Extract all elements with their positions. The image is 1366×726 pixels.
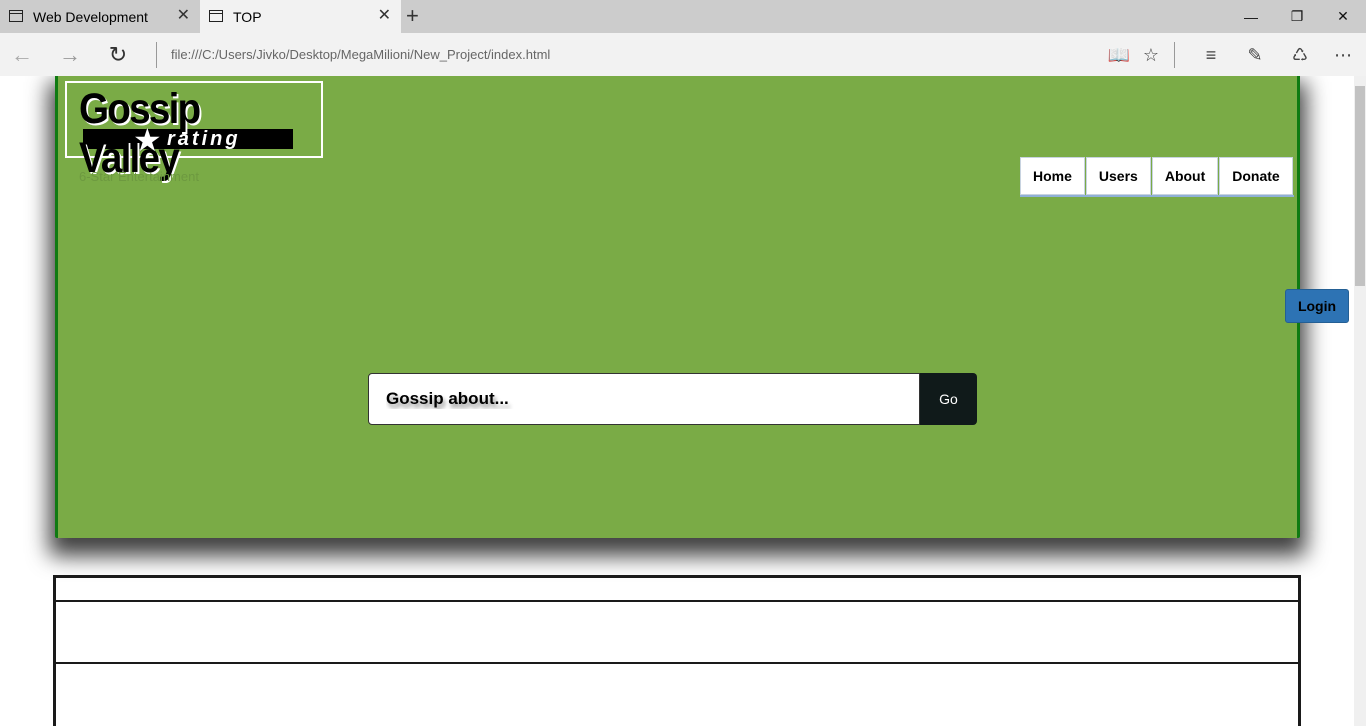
close-icon[interactable]: ✕ — [177, 8, 190, 24]
refresh-icon[interactable]: ↻ — [104, 41, 132, 69]
scrollbar[interactable] — [1354, 76, 1366, 726]
login-button[interactable]: Login — [1285, 289, 1349, 323]
go-button[interactable]: Go — [920, 373, 977, 425]
divider — [1174, 42, 1175, 68]
back-arrow-icon[interactable]: ← — [8, 41, 36, 69]
hub-icon[interactable]: ≡ — [1198, 42, 1224, 68]
more-icon[interactable]: ⋯ — [1330, 42, 1356, 68]
tagline: 6-Star Entertainment — [79, 169, 199, 184]
tab-bar: Web Development ✕ TOP ✕ + — ❐ ✕ — [0, 0, 1366, 33]
scrollbar-thumb[interactable] — [1355, 86, 1365, 286]
restore-icon[interactable]: ❐ — [1274, 0, 1320, 33]
nav-about[interactable]: About — [1151, 157, 1219, 195]
search-input[interactable] — [368, 373, 920, 425]
plus-icon[interactable]: + — [406, 5, 419, 27]
window-close-icon[interactable]: ✕ — [1320, 0, 1366, 33]
url-field[interactable]: file:///C:/Users/Jivko/Desktop/MegaMilio… — [171, 47, 550, 62]
address-bar: ← → ↻ file:///C:/Users/Jivko/Desktop/Meg… — [0, 33, 1366, 76]
main-nav: Home Users About Donate — [1020, 157, 1294, 197]
page-viewport: Gossip Valley ★ rating 6-Star Entertainm… — [0, 76, 1366, 726]
hero-header: Gossip Valley ★ rating 6-Star Entertainm… — [55, 76, 1300, 538]
page-icon — [9, 10, 23, 22]
tab-title: Web Development — [33, 9, 148, 25]
web-note-icon[interactable]: ✎ — [1242, 42, 1268, 68]
star-icon[interactable]: ☆ — [1138, 42, 1164, 68]
nav-home[interactable]: Home — [1020, 157, 1085, 195]
close-icon[interactable]: ✕ — [378, 8, 391, 24]
page-icon — [209, 10, 223, 22]
forward-arrow-icon[interactable]: → — [56, 41, 84, 69]
reading-view-icon[interactable]: 📖 — [1106, 42, 1132, 68]
star-icon: ★ — [133, 122, 162, 158]
tab-web-development[interactable]: Web Development ✕ — [0, 0, 200, 33]
tab-top[interactable]: TOP ✕ — [200, 0, 401, 33]
tab-title: TOP — [233, 9, 262, 25]
table-row — [56, 578, 1298, 602]
share-icon[interactable]: ♺ — [1287, 42, 1313, 68]
minimize-icon[interactable]: — — [1228, 0, 1274, 33]
site-logo[interactable]: Gossip Valley ★ rating — [65, 81, 323, 182]
logo-subtitle: rating — [167, 128, 241, 150]
content-table — [53, 575, 1301, 726]
search-bar: Go — [368, 373, 978, 425]
table-row — [56, 602, 1298, 664]
nav-users[interactable]: Users — [1085, 157, 1151, 195]
nav-donate[interactable]: Donate — [1219, 157, 1293, 195]
divider — [156, 42, 157, 68]
